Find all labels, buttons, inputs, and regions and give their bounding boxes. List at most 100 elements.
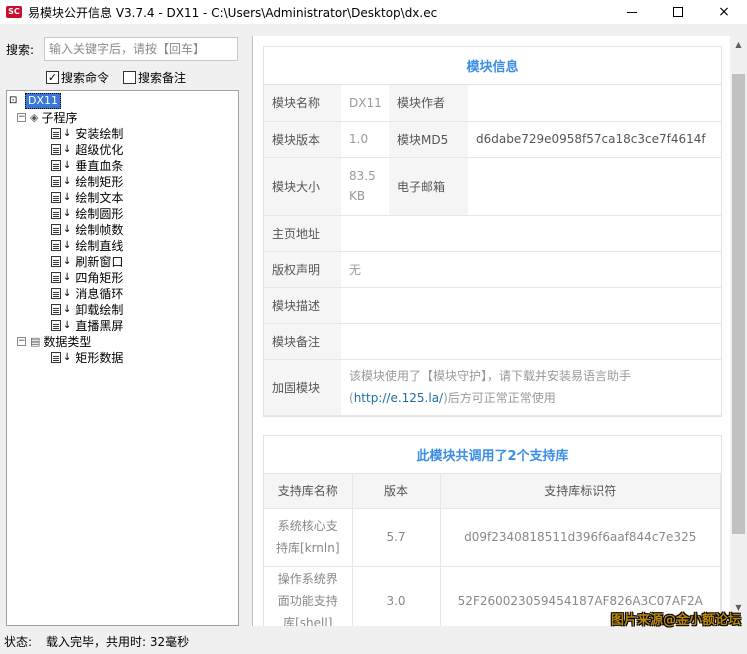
arrow-down-icon: ↓ xyxy=(63,223,72,235)
arrow-down-icon: ↓ xyxy=(63,159,72,171)
tree-item[interactable]: ↓ 卸载绘制 xyxy=(9,301,238,317)
module-tree[interactable]: ⊡ DX11 − ◈ 子程序 ↓ 安装绘制 ↓ 超级优化 ↓ 垂直血条 ↓ 绘制矩形 ↓… xyxy=(6,90,239,626)
table-key: 版权声明 xyxy=(264,251,341,288)
tree-item-label: 刷新窗口 xyxy=(75,254,124,269)
table-value: 83.5 KB xyxy=(341,157,389,216)
tree-item[interactable]: ↓ 绘制文本 xyxy=(9,189,238,205)
table-header-row: 支持库名称 版本 支持库标识符 xyxy=(264,474,721,509)
window-title: 易模块公开信息 V3.7.4 - DX11 - C:\Users\Adminis… xyxy=(28,5,438,20)
table-cell: 3.0 xyxy=(352,566,441,626)
libraries-card: 此模块共调用了2个支持库 支持库名称 版本 支持库标识符 系统核心支持库[krn… xyxy=(263,435,722,626)
table-value xyxy=(341,215,721,252)
arrow-down-icon: ↓ xyxy=(63,175,72,187)
maximize-button[interactable] xyxy=(655,0,701,24)
watermark: 图片来源@金小额论坛 xyxy=(610,613,741,628)
document-icon xyxy=(51,207,61,219)
table-value: 无 xyxy=(341,251,721,288)
protect-tail: )后方可正常正常使用 xyxy=(443,391,556,405)
table-key: 模块描述 xyxy=(264,287,341,324)
tree-item-label: 消息循环 xyxy=(75,286,124,301)
tree-group-label: 数据类型 xyxy=(43,334,92,349)
scrollbar-thumb[interactable] xyxy=(732,74,745,534)
module-info-title: 模块信息 xyxy=(264,47,721,85)
status-label: 状态: xyxy=(4,634,33,649)
table-value: d6dabe729e0958f57ca18c3ce7f4614f xyxy=(468,121,721,158)
arrow-down-icon: ↓ xyxy=(63,303,72,315)
table-row: 系统核心支持库[krnln] 5.7 d09f2340818511d396f6a… xyxy=(264,508,721,567)
table-row: 模块大小 83.5 KB 电子邮箱 xyxy=(264,157,721,216)
tree-item[interactable]: ↓ 矩形数据 xyxy=(9,349,238,365)
tree-item[interactable]: ↓ 垂直血条 xyxy=(9,157,238,173)
search-notes-checkbox[interactable]: 搜索备注 xyxy=(123,69,186,86)
tree-item[interactable]: ↓ 绘制矩形 xyxy=(9,173,238,189)
window-controls: × xyxy=(609,0,747,24)
table-key: 模块版本 xyxy=(264,121,341,158)
tree-item[interactable]: ↓ 安装绘制 xyxy=(9,125,238,141)
table-row: 加固模块 该模块使用了【模块守护】，请下载并安装易语言助手(http://e.1… xyxy=(264,359,721,416)
tree-item[interactable]: ↓ 四角矩形 xyxy=(9,269,238,285)
table-value: 1.0 xyxy=(341,121,389,158)
tree-item[interactable]: ↓ 消息循环 xyxy=(9,285,238,301)
table-row: 模块备注 xyxy=(264,323,721,360)
table-row: 模块名称 DX11 模块作者 xyxy=(264,85,721,122)
table-key: 加固模块 xyxy=(264,359,341,416)
search-commands-checkbox[interactable]: ✓ 搜索命令 xyxy=(46,69,109,86)
arrow-down-icon: ↓ xyxy=(63,271,72,283)
table-key: 模块MD5 xyxy=(389,121,468,158)
module-icon: ⊡ xyxy=(9,95,18,106)
tree-item[interactable]: ↓ 绘制圆形 xyxy=(9,205,238,221)
tree-item-label: 绘制矩形 xyxy=(75,174,124,189)
arrow-down-icon: ↓ xyxy=(63,287,72,299)
tree-item[interactable]: ↓ 绘制直线 xyxy=(9,237,238,253)
arrow-down-icon: ↓ xyxy=(63,255,72,267)
search-row: 搜索: xyxy=(0,36,240,62)
tree-item[interactable]: ↓ 超级优化 xyxy=(9,141,238,157)
status-bar: 状态: 载入完毕，共用时: 32毫秒 xyxy=(0,628,747,654)
help-link[interactable]: http://e.125.la/ xyxy=(354,391,443,405)
document-icon xyxy=(51,175,61,187)
tree-group-subroutines[interactable]: − ◈ 子程序 xyxy=(9,109,238,125)
tree-root[interactable]: ⊡ DX11 xyxy=(9,93,238,109)
tree-item-label: 绘制圆形 xyxy=(75,206,124,221)
collapse-icon[interactable]: − xyxy=(17,112,26,122)
close-button[interactable]: × xyxy=(701,0,747,24)
table-row: 版权声明 无 xyxy=(264,251,721,288)
close-icon: × xyxy=(718,4,730,20)
tree-group-datatypes[interactable]: − ▤ 数据类型 xyxy=(9,333,238,349)
arrow-down-icon: ↓ xyxy=(63,319,72,331)
details-panel: 模块信息 模块名称 DX11 模块作者 模块版本 1.0 模块MD5 d6dab… xyxy=(252,36,747,626)
search-input[interactable] xyxy=(44,37,238,61)
module-info-card: 模块信息 模块名称 DX11 模块作者 模块版本 1.0 模块MD5 d6dab… xyxy=(263,46,722,417)
document-icon xyxy=(51,143,61,155)
arrow-down-icon: ↓ xyxy=(63,191,72,203)
tree-item-label: 安装绘制 xyxy=(75,126,124,141)
search-notes-label: 搜索备注 xyxy=(138,70,187,85)
tree-item[interactable]: ↓ 直播黑屏 xyxy=(9,317,238,333)
document-icon xyxy=(51,255,61,267)
module-info-table: 模块名称 DX11 模块作者 模块版本 1.0 模块MD5 d6dabe729e… xyxy=(264,85,721,416)
tree-group-label: 子程序 xyxy=(41,110,78,125)
collapse-icon[interactable]: − xyxy=(17,336,26,346)
tree-item[interactable]: ↓ 刷新窗口 xyxy=(9,253,238,269)
arrow-down-icon: ↓ xyxy=(63,207,72,219)
document-icon xyxy=(51,191,61,203)
tree-item-label: 绘制帧数 xyxy=(75,222,124,237)
app-icon: SC xyxy=(6,6,22,18)
minimize-button[interactable] xyxy=(609,0,655,24)
tree-item[interactable]: ↓ 绘制帧数 xyxy=(9,221,238,237)
search-options: ✓ 搜索命令 搜索备注 xyxy=(46,68,186,86)
vertical-scrollbar[interactable]: ▲ ▼ xyxy=(730,36,747,626)
table-key: 模块名称 xyxy=(264,85,341,122)
scroll-up-icon[interactable]: ▲ xyxy=(730,36,747,53)
checkbox-icon: ✓ xyxy=(46,70,59,84)
document-icon xyxy=(51,159,61,171)
table-value: DX11 xyxy=(341,85,389,122)
table-row: 模块描述 xyxy=(264,287,721,324)
table-value xyxy=(341,323,721,360)
arrow-down-icon: ↓ xyxy=(63,143,72,155)
table-value: 该模块使用了【模块守护】，请下载并安装易语言助手(http://e.125.la… xyxy=(341,359,721,416)
minimize-icon xyxy=(627,11,637,13)
tree-item-label: 绘制直线 xyxy=(75,238,124,253)
table-key: 模块作者 xyxy=(389,85,468,122)
document-icon xyxy=(51,303,61,315)
